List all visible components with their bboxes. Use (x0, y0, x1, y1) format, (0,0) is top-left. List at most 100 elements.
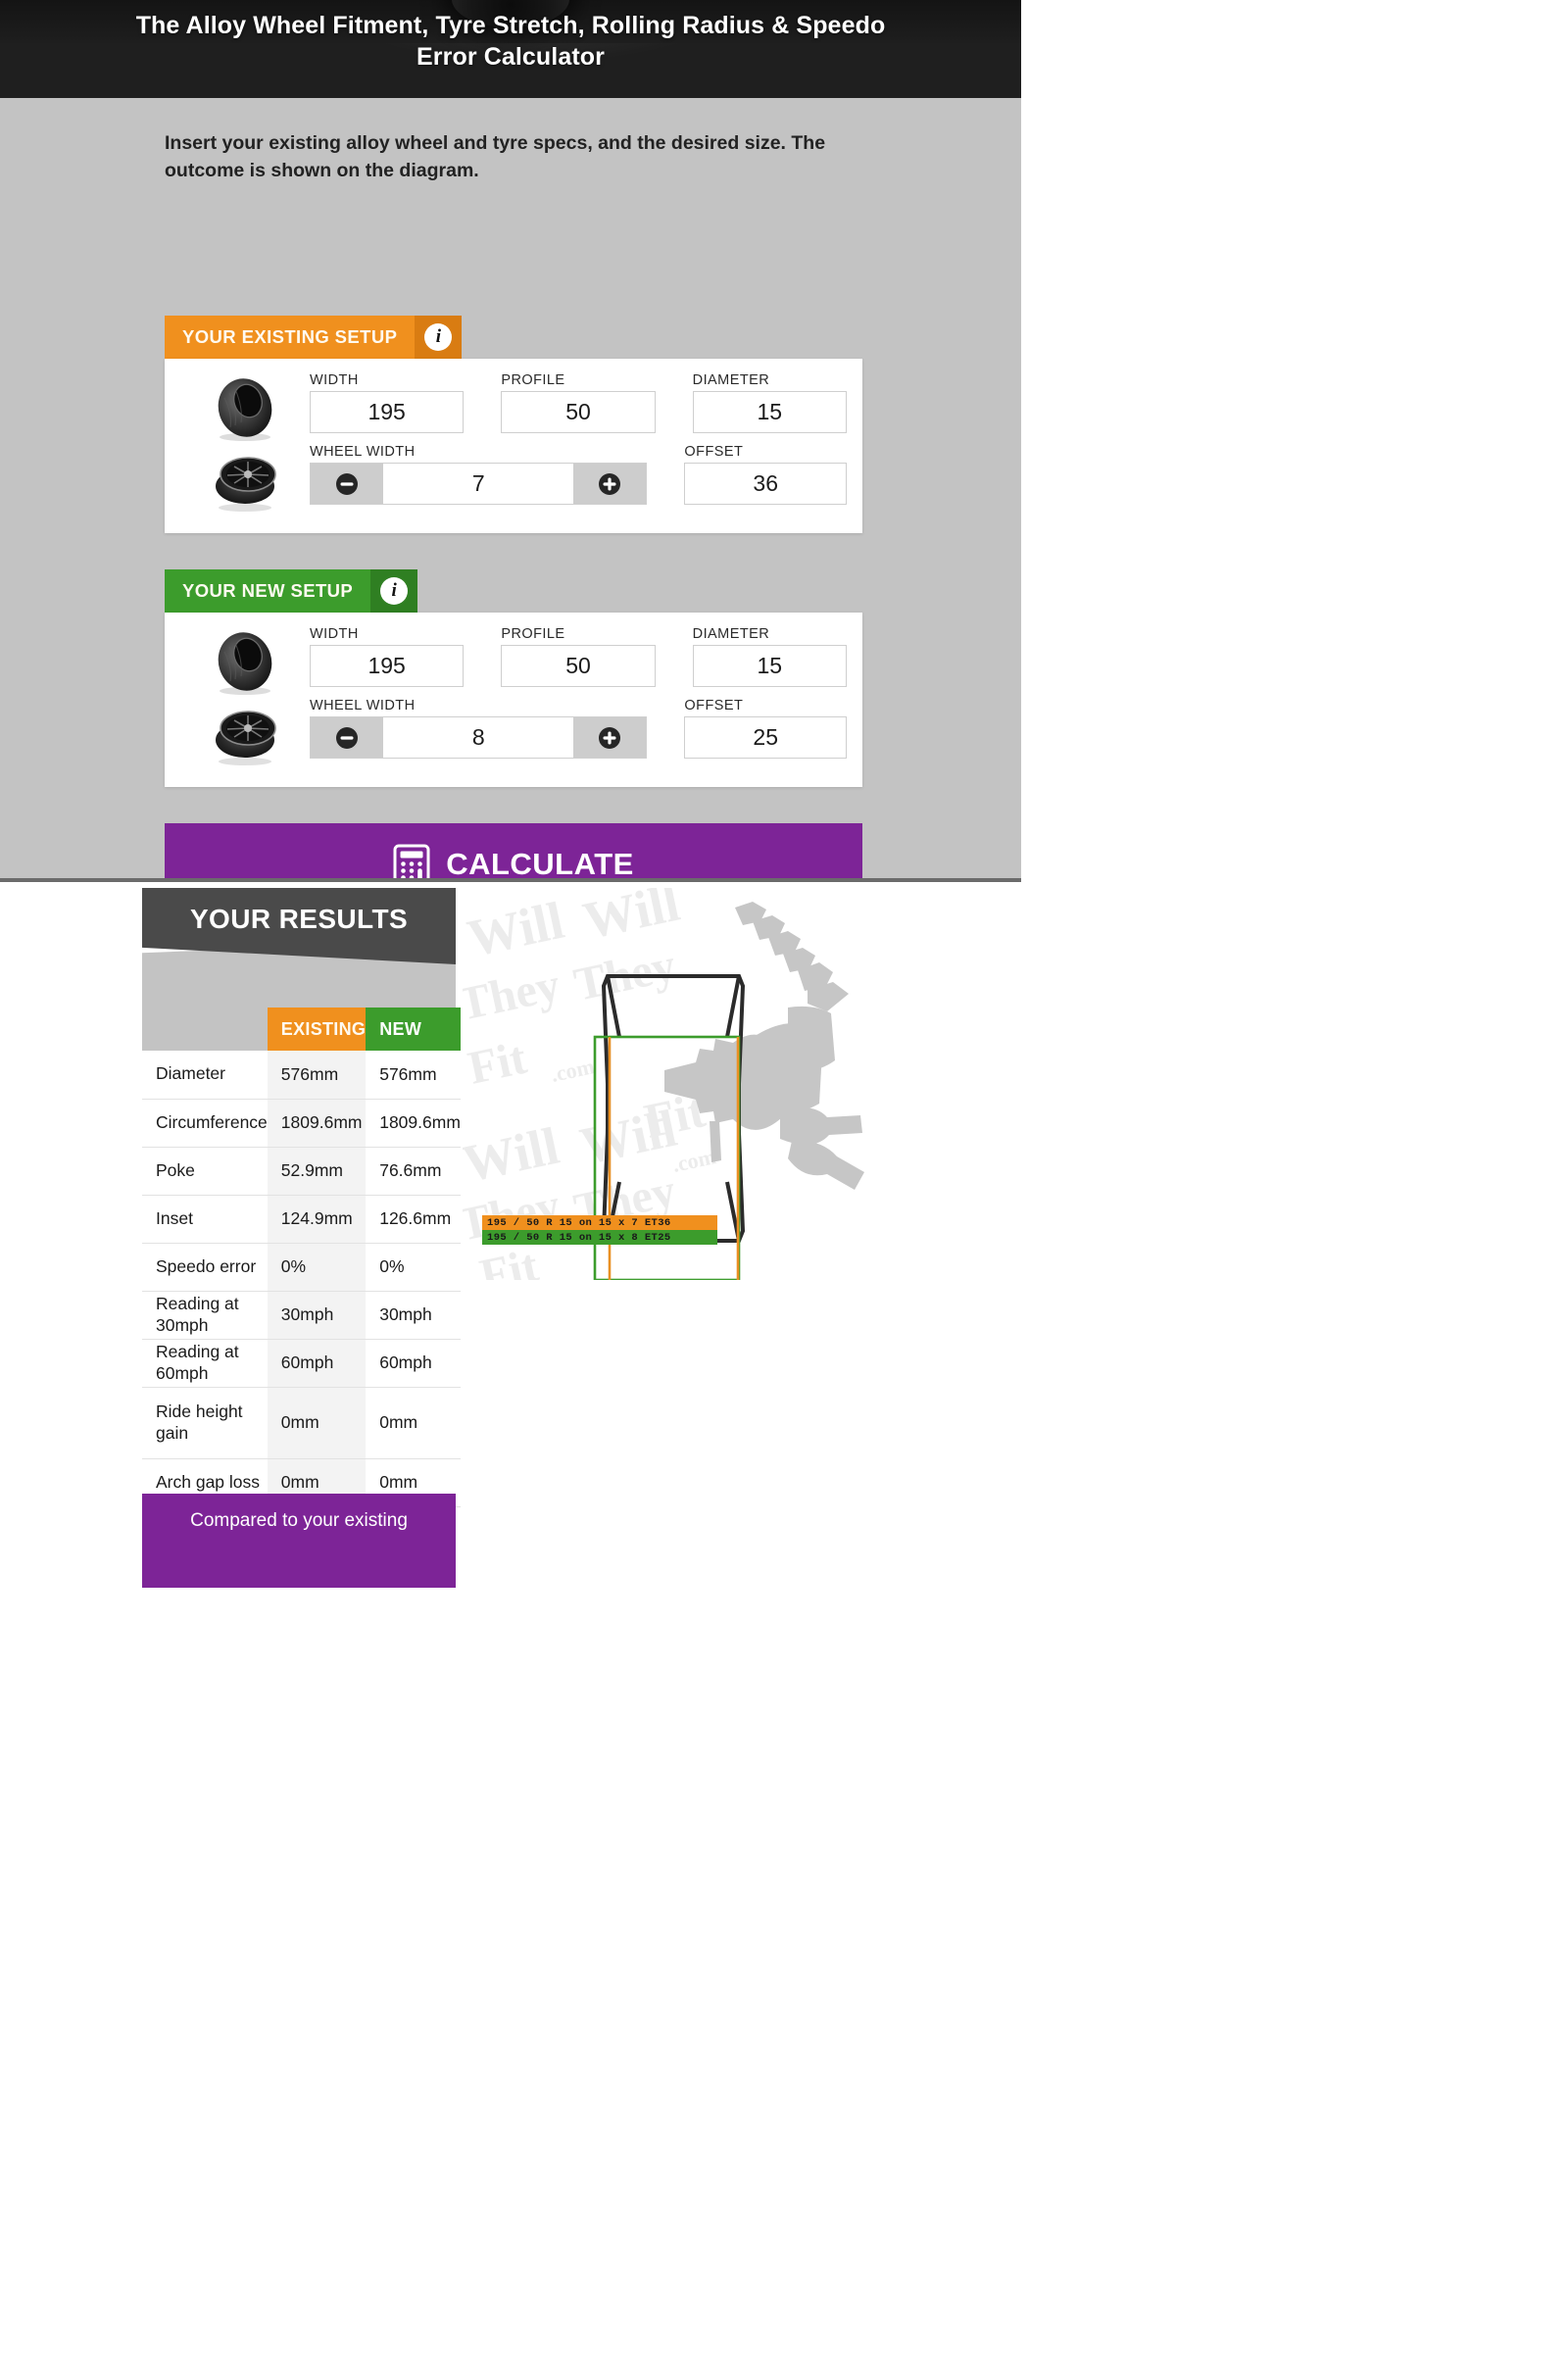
row-existing-value: 124.9mm (267, 1195, 367, 1244)
table-row: Reading at 30mph 30mph 30mph (142, 1291, 461, 1340)
row-new-value: 30mph (366, 1291, 461, 1340)
results-banner-label: YOUR RESULTS (189, 904, 409, 934)
new-wheel-width-label: WHEEL WIDTH (310, 698, 416, 713)
new-wheel-width-group: WHEEL WIDTH 8 (310, 698, 648, 759)
alloy-wheel-icon (216, 711, 276, 765)
table-row: Poke 52.9mm 76.6mm (142, 1147, 461, 1196)
row-new-value: 1809.6mm (366, 1099, 461, 1148)
col-header-existing: EXISTING (267, 1008, 367, 1051)
existing-offset-label: OFFSET (684, 444, 744, 460)
row-existing-value: 60mph (267, 1339, 367, 1388)
calculator-form-area: Insert your existing alloy wheel and tyr… (0, 98, 1021, 906)
existing-diameter-group: DIAMETER 15 (692, 372, 847, 433)
existing-profile-group: PROFILE 50 (501, 372, 656, 433)
table-row: Speedo error 0% 0% (142, 1243, 461, 1292)
results-table-header-row: EXISTING NEW (142, 1008, 461, 1051)
compare-banner: Compared to your existing (142, 1494, 456, 1588)
existing-diameter-label: DIAMETER (692, 372, 770, 388)
new-profile-group: PROFILE 50 (501, 626, 656, 687)
results-table: EXISTING NEW Diameter 576mm 576mm Circum… (142, 1008, 461, 1507)
new-profile-label: PROFILE (501, 626, 565, 642)
existing-profile-label: PROFILE (501, 372, 565, 388)
svg-text:Will: Will (463, 891, 568, 968)
row-label: Inset (142, 1195, 268, 1244)
new-offset-group: OFFSET 25 (684, 698, 847, 759)
info-icon: i (380, 577, 409, 605)
minus-circle-icon (336, 472, 358, 495)
new-setup-card: WIDTH 195 PROFILE 50 DIAMETER 15 WHEEL W… (165, 613, 862, 787)
row-existing-value: 0mm (267, 1387, 367, 1459)
existing-wheel-width-label: WHEEL WIDTH (310, 444, 416, 460)
plus-circle-icon (599, 726, 621, 749)
page-root: The Alloy Wheel Fitment, Tyre Stretch, R… (0, 0, 1021, 2360)
table-row: Inset 124.9mm 126.6mm (142, 1195, 461, 1244)
new-diameter-input[interactable]: 15 (692, 645, 847, 687)
row-new-value: 126.6mm (366, 1195, 461, 1244)
new-diameter-label: DIAMETER (692, 626, 770, 642)
row-label: Poke (142, 1147, 268, 1196)
new-setup-header: YOUR NEW SETUP i (165, 569, 418, 613)
existing-width-label: WIDTH (310, 372, 359, 388)
compare-banner-label: Compared to your existing (190, 1510, 408, 1531)
new-profile-input[interactable]: 50 (501, 645, 656, 687)
new-offset-input[interactable]: 25 (684, 716, 847, 759)
diagram-legend: 195 / 50 R 15 on 15 x 7 ET36 195 / 50 R … (482, 1215, 717, 1245)
plus-circle-icon (599, 472, 621, 495)
results-section: YOUR RESULTS EXISTING NEW Diameter 576mm… (0, 878, 1021, 2360)
new-info-button[interactable]: i (370, 569, 418, 613)
new-wheel-width-stepper[interactable]: 8 (310, 716, 648, 759)
info-icon: i (424, 323, 453, 351)
existing-offset-group: OFFSET 36 (684, 444, 847, 505)
row-label: Reading at 30mph (142, 1291, 268, 1340)
suspension-silhouette (664, 902, 864, 1190)
new-width-input[interactable]: 195 (310, 645, 465, 687)
row-existing-value: 576mm (267, 1051, 367, 1100)
intro-text: Insert your existing alloy wheel and tyr… (165, 132, 826, 182)
new-offset-label: OFFSET (684, 698, 744, 713)
existing-wheel-images (180, 372, 310, 516)
results-table-body: Diameter 576mm 576mm Circumference 1809.… (142, 1051, 461, 1507)
row-new-value: 76.6mm (366, 1147, 461, 1196)
tyre-icon (218, 632, 272, 695)
new-wheel-width-value[interactable]: 8 (383, 717, 574, 758)
col-header-blank (142, 1008, 268, 1051)
new-wheel-width-plus-button[interactable] (573, 717, 647, 758)
row-existing-value: 30mph (267, 1291, 367, 1340)
table-row: Reading at 60mph 60mph 60mph (142, 1339, 461, 1388)
existing-info-button[interactable]: i (415, 316, 463, 359)
svg-text:They: They (463, 959, 564, 1030)
existing-width-group: WIDTH 195 (310, 372, 465, 433)
row-existing-value: 1809.6mm (267, 1099, 367, 1148)
calculate-label: CALCULATE (446, 847, 634, 881)
row-new-value: 576mm (366, 1051, 461, 1100)
page-title: The Alloy Wheel Fitment, Tyre Stretch, R… (135, 12, 886, 71)
existing-wheel-width-minus-button[interactable] (311, 464, 383, 504)
existing-wheel-width-plus-button[interactable] (573, 464, 647, 504)
row-new-value: 0mm (366, 1387, 461, 1459)
row-existing-value: 0% (267, 1243, 367, 1292)
existing-wheel-width-group: WHEEL WIDTH 7 (310, 444, 648, 505)
new-wheel-width-minus-button[interactable] (311, 717, 383, 758)
existing-setup-card: WIDTH 195 PROFILE 50 DIAMETER 15 WHEEL W… (165, 359, 862, 533)
row-new-value: 60mph (366, 1339, 461, 1388)
existing-width-input[interactable]: 195 (310, 391, 465, 433)
tyre-icon (218, 378, 272, 441)
existing-profile-input[interactable]: 50 (501, 391, 656, 433)
row-new-value: 0% (366, 1243, 461, 1292)
existing-wheel-width-stepper[interactable]: 7 (310, 463, 648, 505)
existing-setup-header: YOUR EXISTING SETUP i (165, 316, 463, 359)
row-existing-value: 52.9mm (267, 1147, 367, 1196)
existing-wheel-width-value[interactable]: 7 (383, 464, 574, 504)
row-label: Reading at 60mph (142, 1339, 268, 1388)
existing-setup-label: YOUR EXISTING SETUP (165, 316, 416, 359)
row-label: Circumference (142, 1099, 268, 1148)
new-setup-label: YOUR NEW SETUP (165, 569, 371, 613)
existing-diameter-input[interactable]: 15 (692, 391, 847, 433)
table-row: Circumference 1809.6mm 1809.6mm (142, 1099, 461, 1148)
new-width-label: WIDTH (310, 626, 359, 642)
new-width-group: WIDTH 195 (310, 626, 465, 687)
row-label: Speedo error (142, 1243, 268, 1292)
existing-offset-input[interactable]: 36 (684, 463, 847, 505)
alloy-wheel-icon (216, 457, 276, 512)
hero-banner: The Alloy Wheel Fitment, Tyre Stretch, R… (0, 0, 1021, 98)
